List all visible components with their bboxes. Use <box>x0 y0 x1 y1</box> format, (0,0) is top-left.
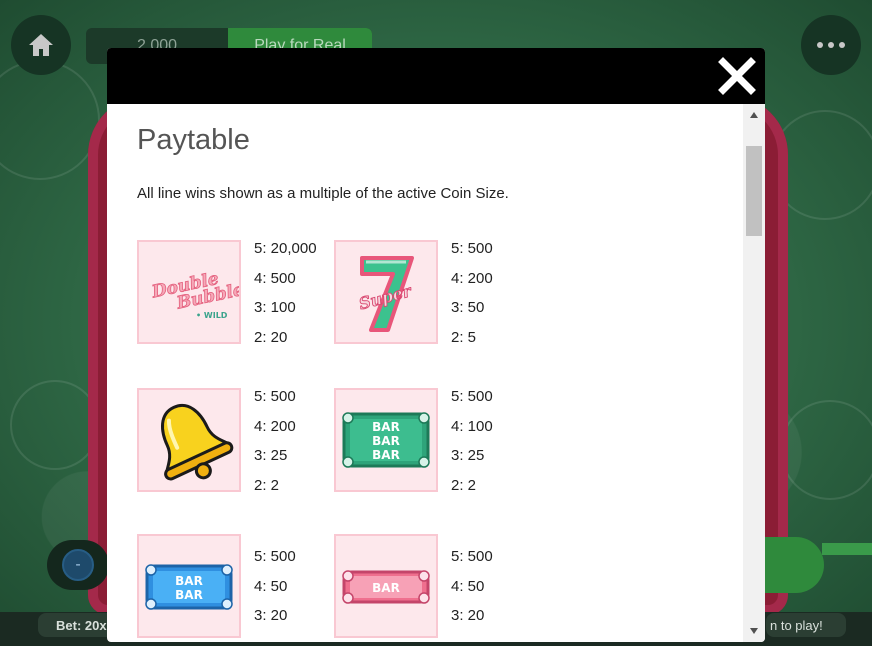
menu-button[interactable] <box>801 15 861 75</box>
scroll-up-button[interactable] <box>743 106 765 124</box>
payout-line: 4: 200 <box>254 418 296 435</box>
close-button[interactable] <box>715 56 759 96</box>
payout-line: 4: 500 <box>254 270 296 287</box>
symbol-card-single-bar: BAR <box>334 534 438 638</box>
payout-line: 4: 50 <box>254 578 288 595</box>
bar-label: BAR <box>372 434 400 448</box>
payout-line: 2: 2 <box>451 477 477 494</box>
double-bubble-wild-icon: Double Bubble • WILD <box>149 268 239 320</box>
scroll-thumb[interactable] <box>746 146 762 236</box>
double-bar-icon: BAR BAR <box>145 564 233 610</box>
symbol-card-super-seven: Super <box>334 240 438 344</box>
symbol-card-triple-bar: BAR BAR BAR <box>334 388 438 492</box>
menu-dot-icon <box>828 42 834 48</box>
bar-label: BAR <box>372 448 400 462</box>
payout-line: 3: 50 <box>451 299 485 316</box>
bubble-decoration <box>10 380 100 470</box>
arrow-down-icon <box>750 628 758 634</box>
bar-label: BAR <box>175 588 203 602</box>
super-seven-icon: Super <box>356 256 415 332</box>
symbol-card-bell <box>137 388 241 492</box>
menu-dot-icon <box>839 42 845 48</box>
payout-line: 2: 2 <box>254 477 280 494</box>
arrow-up-icon <box>750 112 758 118</box>
green-strip <box>822 543 872 555</box>
paytable-content: Paytable All line wins shown as a multip… <box>107 104 743 642</box>
payout-line: 4: 200 <box>451 270 493 287</box>
payout-line: 2: 5 <box>451 329 477 346</box>
payout-line: 5: 500 <box>451 240 493 257</box>
payout-line: 2: 20 <box>254 329 288 346</box>
scroll-down-button[interactable] <box>743 622 765 640</box>
bar-label: BAR <box>175 574 203 588</box>
bet-readout: Bet: 20x0 <box>38 613 118 637</box>
bar-label: BAR <box>372 420 400 434</box>
payout-line: 5: 500 <box>451 388 493 405</box>
decrease-bet-button[interactable]: - <box>62 549 94 581</box>
scrollbar[interactable] <box>743 104 765 642</box>
home-button[interactable] <box>11 15 71 75</box>
payout-line: 3: 20 <box>451 607 485 624</box>
symbol-card-double-bubble: Double Bubble • WILD <box>137 240 241 344</box>
menu-dot-icon <box>817 42 823 48</box>
payout-line: 3: 25 <box>451 447 485 464</box>
page-title: Paytable <box>137 124 250 156</box>
modal-header <box>107 48 765 104</box>
payout-line: 5: 500 <box>254 548 296 565</box>
symbol-card-double-bar: BAR BAR <box>137 534 241 638</box>
close-icon <box>718 57 756 95</box>
payout-line: 4: 50 <box>451 578 485 595</box>
bar-label: BAR <box>372 581 400 595</box>
payout-line: 3: 25 <box>254 447 288 464</box>
paytable-description: All line wins shown as a multiple of the… <box>137 185 509 202</box>
home-icon <box>29 34 53 56</box>
payout-line: 5: 500 <box>254 388 296 405</box>
play-hint: n to play! <box>766 613 846 637</box>
payout-line: 5: 20,000 <box>254 240 317 257</box>
paytable-modal: Paytable All line wins shown as a multip… <box>107 48 765 642</box>
triple-bar-icon: BAR BAR BAR <box>342 412 430 468</box>
payout-line: 5: 500 <box>451 548 493 565</box>
payout-line: 3: 100 <box>254 299 296 316</box>
spin-button[interactable] <box>762 537 824 593</box>
bet-control: - <box>47 540 109 590</box>
payout-line: 4: 100 <box>451 418 493 435</box>
single-bar-icon: BAR <box>342 570 430 604</box>
bubble-decoration <box>780 400 872 500</box>
payout-line: 3: 20 <box>254 607 288 624</box>
symbol-text: • WILD <box>196 311 228 320</box>
bell-icon <box>161 404 234 481</box>
